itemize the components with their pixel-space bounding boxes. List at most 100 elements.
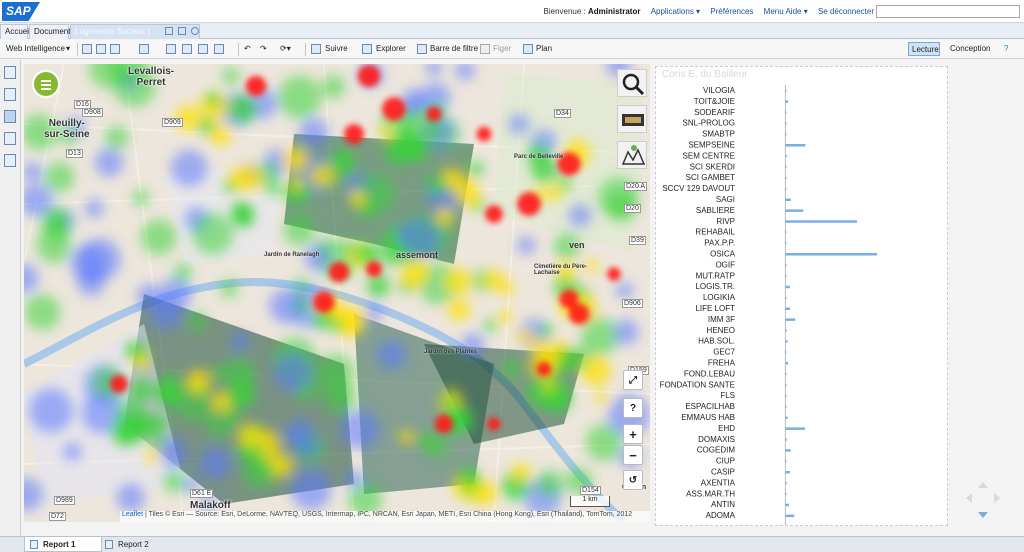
fullscreen-button[interactable]: ⤢ <box>623 370 643 390</box>
tab-documents[interactable]: Documents <box>29 24 74 39</box>
document-summary-icon[interactable] <box>4 66 16 79</box>
pin-icon[interactable] <box>165 27 173 35</box>
map-menu-button[interactable] <box>32 70 60 98</box>
layers-tool-button[interactable] <box>617 141 647 169</box>
print-icon[interactable] <box>139 44 149 54</box>
report-tab-2[interactable]: Report 2 <box>100 537 178 552</box>
navigation-map-icon[interactable] <box>4 88 16 101</box>
place-neuilly-label: Neuilly- sur-Seine <box>44 118 90 140</box>
bar <box>785 263 787 267</box>
category-label: SCCV 129 DAVOUT <box>662 184 735 193</box>
category-label: CIUP <box>716 457 735 466</box>
heat-spot <box>227 409 241 423</box>
heat-spot <box>187 311 207 332</box>
bar-chart[interactable]: Coris E. du Bailleur VILOGIA TOIT&JOIE SOD… <box>655 66 965 541</box>
category-label: GEC7 <box>713 348 735 357</box>
history-icon[interactable] <box>182 44 192 54</box>
nav-left-icon[interactable] <box>966 493 972 503</box>
heat-spot <box>273 353 312 392</box>
category-label: SMABTP <box>702 130 735 139</box>
open-icon[interactable] <box>96 44 106 54</box>
bar <box>785 481 787 485</box>
explore-icon[interactable] <box>362 44 372 54</box>
heat-hotspot <box>358 65 380 87</box>
popout-icon[interactable] <box>178 27 186 35</box>
applications-link[interactable]: Applications ▾ <box>651 7 700 16</box>
heat-spot <box>29 388 73 433</box>
heat-spot <box>282 146 309 173</box>
logout-link[interactable]: Se déconnecter <box>818 7 874 16</box>
bar <box>785 187 787 191</box>
heat-spot <box>445 171 469 194</box>
heat-hotspot <box>110 375 128 393</box>
category-label: SABLIERE <box>696 206 735 215</box>
category-label: LIFE LOFT <box>695 304 735 313</box>
refresh-icon[interactable]: ⟳▾ <box>280 44 291 53</box>
search-icon <box>622 73 645 96</box>
heat-spot <box>24 264 39 293</box>
filter-bar-button[interactable]: Barre de filtre <box>430 44 478 53</box>
data-icon[interactable] <box>4 154 16 167</box>
reading-mode-button[interactable]: Lecture <box>908 42 940 56</box>
heat-spot <box>553 363 566 376</box>
heat-spot <box>163 470 186 493</box>
menu-line <box>41 88 51 90</box>
film-tool-button[interactable] <box>617 105 647 133</box>
heat-spot <box>595 392 610 406</box>
preferences-link[interactable]: Préférences <box>710 7 753 16</box>
send-icon[interactable] <box>214 44 224 54</box>
category-label: FREHA <box>708 359 736 368</box>
report-page-icon <box>30 540 38 549</box>
welcome-label: Bienvenue : Administrator <box>536 7 641 16</box>
nav-right-icon[interactable] <box>994 493 1000 503</box>
toolbar: Web Intelligence ▾ ↶ ↷ ⟳▾ Suivre Explore… <box>0 40 1024 59</box>
close-tab-icon[interactable] <box>191 27 199 35</box>
search-tool-button[interactable] <box>617 69 647 97</box>
category-label: COGEDIM <box>697 446 736 455</box>
explore-button[interactable]: Explorer <box>376 44 406 53</box>
web-intelligence-menu[interactable]: Web Intelligence <box>6 44 65 53</box>
filter-bar-icon[interactable] <box>417 44 427 54</box>
reset-view-button[interactable]: ↺ <box>623 470 643 490</box>
input-controls-icon[interactable] <box>4 110 16 123</box>
heat-spot <box>458 467 481 489</box>
outline-icon[interactable] <box>523 44 533 54</box>
outline-button[interactable]: Plan <box>536 44 552 53</box>
heatmap-map[interactable]: Levallois- Perret Neuilly- sur-Seine Mal… <box>24 64 650 522</box>
heat-spot <box>379 126 393 140</box>
heat-spot <box>293 297 310 314</box>
track-icon[interactable] <box>311 44 321 54</box>
heat-spot <box>173 263 192 282</box>
heat-spot <box>512 463 531 482</box>
find-icon[interactable] <box>166 44 176 54</box>
save-icon[interactable] <box>110 44 120 54</box>
map-help-button[interactable]: ? <box>623 398 643 418</box>
nav-up-icon[interactable] <box>978 482 988 488</box>
track-button[interactable]: Suivre <box>325 44 348 53</box>
variables-icon[interactable] <box>4 132 16 145</box>
app-menu-chevron-icon[interactable]: ▾ <box>66 44 70 53</box>
new-doc-icon[interactable] <box>82 44 92 54</box>
report-tab-1[interactable]: Report 1 <box>24 537 102 552</box>
heat-spot <box>63 442 82 461</box>
help-icon[interactable]: ? <box>1004 44 1008 53</box>
bar <box>785 460 787 463</box>
heat-spot <box>333 149 348 165</box>
header-search-input[interactable] <box>876 5 1020 18</box>
help-menu-link[interactable]: Menu Aide ▾ <box>764 7 808 16</box>
redo-icon[interactable]: ↷ <box>260 44 267 53</box>
road-label: D61 E <box>190 489 214 498</box>
nav-down-icon[interactable] <box>978 512 988 518</box>
map-text: assemont <box>396 250 439 260</box>
heat-spot <box>530 337 547 355</box>
tab-home[interactable]: Accueil <box>0 24 31 39</box>
zoom-out-button[interactable]: − <box>623 445 643 465</box>
leaflet-link[interactable]: Leaflet <box>122 511 143 518</box>
design-mode-button[interactable]: Conception <box>950 44 990 53</box>
export-icon[interactable] <box>198 44 208 54</box>
zoom-in-button[interactable]: + <box>623 424 643 444</box>
category-label: SEM CENTRE <box>683 151 735 160</box>
undo-icon[interactable]: ↶ <box>244 44 251 53</box>
heat-hotspot <box>536 361 552 377</box>
heat-spot <box>498 309 513 324</box>
